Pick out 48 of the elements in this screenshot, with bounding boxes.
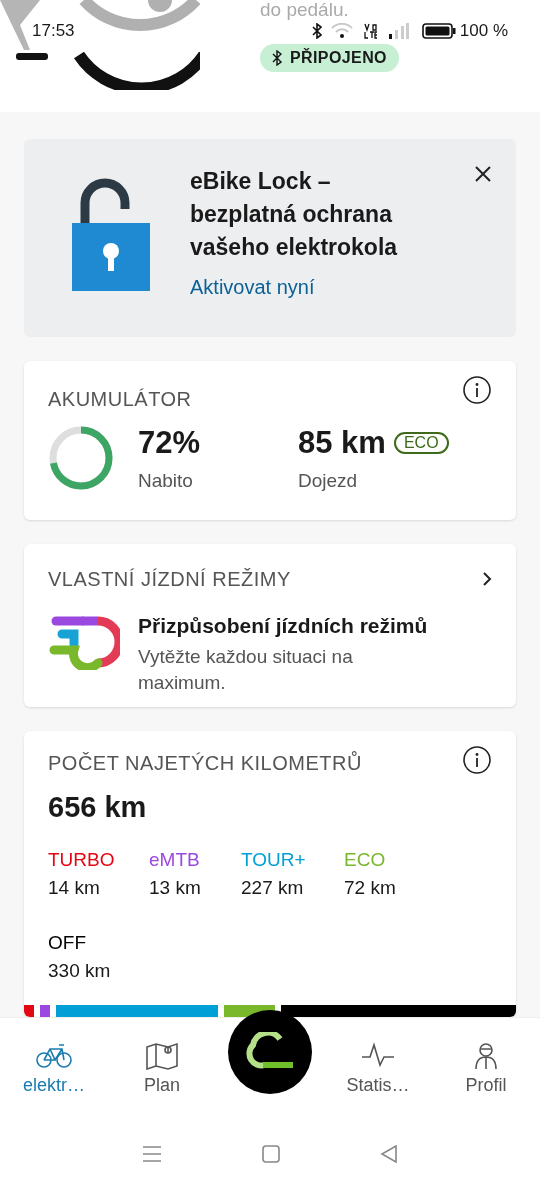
total-distance: 656 km xyxy=(47,790,148,825)
mode-distance: 13 km xyxy=(149,876,202,900)
nav-tab[interactable]: Statis… xyxy=(324,1018,432,1099)
mode-distance: 330 km xyxy=(48,959,112,983)
home-icon[interactable] xyxy=(262,1144,280,1163)
back-icon[interactable] xyxy=(380,1144,398,1163)
chevron-right-icon xyxy=(482,571,492,587)
mode-tag: ECO xyxy=(393,432,449,455)
battery-icon xyxy=(421,22,456,40)
hint-text: do pedálu. xyxy=(260,0,349,20)
range-label: Dojezd xyxy=(298,468,359,493)
promo-title: eBike Lock – bezplatná ochrana vašeho elektrokola xyxy=(190,167,399,262)
close-icon[interactable] xyxy=(474,165,492,183)
status-time: 17:53 xyxy=(32,20,75,43)
riding-modes-card[interactable]: VLASTNÍ JÍZDNÍ REŽIMY Přizpůsobení jízdních režimů Vytěžte každou situaci na maximum. xyxy=(24,544,516,707)
wifi-icon xyxy=(329,23,354,39)
range-value: 85 km xyxy=(298,424,386,462)
info-icon[interactable] xyxy=(462,375,492,405)
feature-heading: Přizpůsobení jízdních režimů xyxy=(138,613,428,639)
mode-name: TOUR+ xyxy=(241,847,307,872)
activate-link[interactable]: Aktivovat nyní xyxy=(190,272,434,302)
logo-icon xyxy=(245,1032,295,1072)
bluetooth-icon xyxy=(311,23,322,39)
nav-tab[interactable]: elektr… xyxy=(0,1018,108,1099)
mode-distance: 14 km xyxy=(48,876,101,900)
card-title: AKUMULÁTOR xyxy=(48,387,192,412)
charge-label: Nabito xyxy=(138,468,194,493)
card-title: VLASTNÍ JÍZDNÍ REŽIMY xyxy=(48,567,291,592)
mode-name: OFF xyxy=(48,930,87,955)
mode-distance: 72 km xyxy=(344,876,397,900)
mode-name: eMTB xyxy=(149,847,201,872)
info-icon[interactable] xyxy=(462,745,492,775)
charge-percent: 72% xyxy=(138,424,202,462)
mode-name: ECO xyxy=(344,847,387,872)
battery-percent: 100 % xyxy=(459,20,508,43)
mode-name: TURBO xyxy=(48,847,116,872)
bluetooth-icon xyxy=(272,50,282,66)
battery-ring xyxy=(48,424,114,491)
map-icon[interactable] xyxy=(143,1040,181,1070)
nav-tab[interactable]: Profil xyxy=(432,1018,540,1099)
volte-icon xyxy=(361,22,380,40)
connection-status: PŘIPOJENO xyxy=(290,47,387,68)
feature-description: Vytěžte každou situaci na maximum. xyxy=(138,644,354,695)
signal-icon xyxy=(387,22,410,40)
nav-tab[interactable]: Plan xyxy=(108,1018,216,1099)
card-title: POČET NAJETÝCH KILOMETRŮ xyxy=(48,750,362,776)
mode-distance: 227 km xyxy=(241,876,305,900)
riding-modes-icon xyxy=(48,614,120,670)
